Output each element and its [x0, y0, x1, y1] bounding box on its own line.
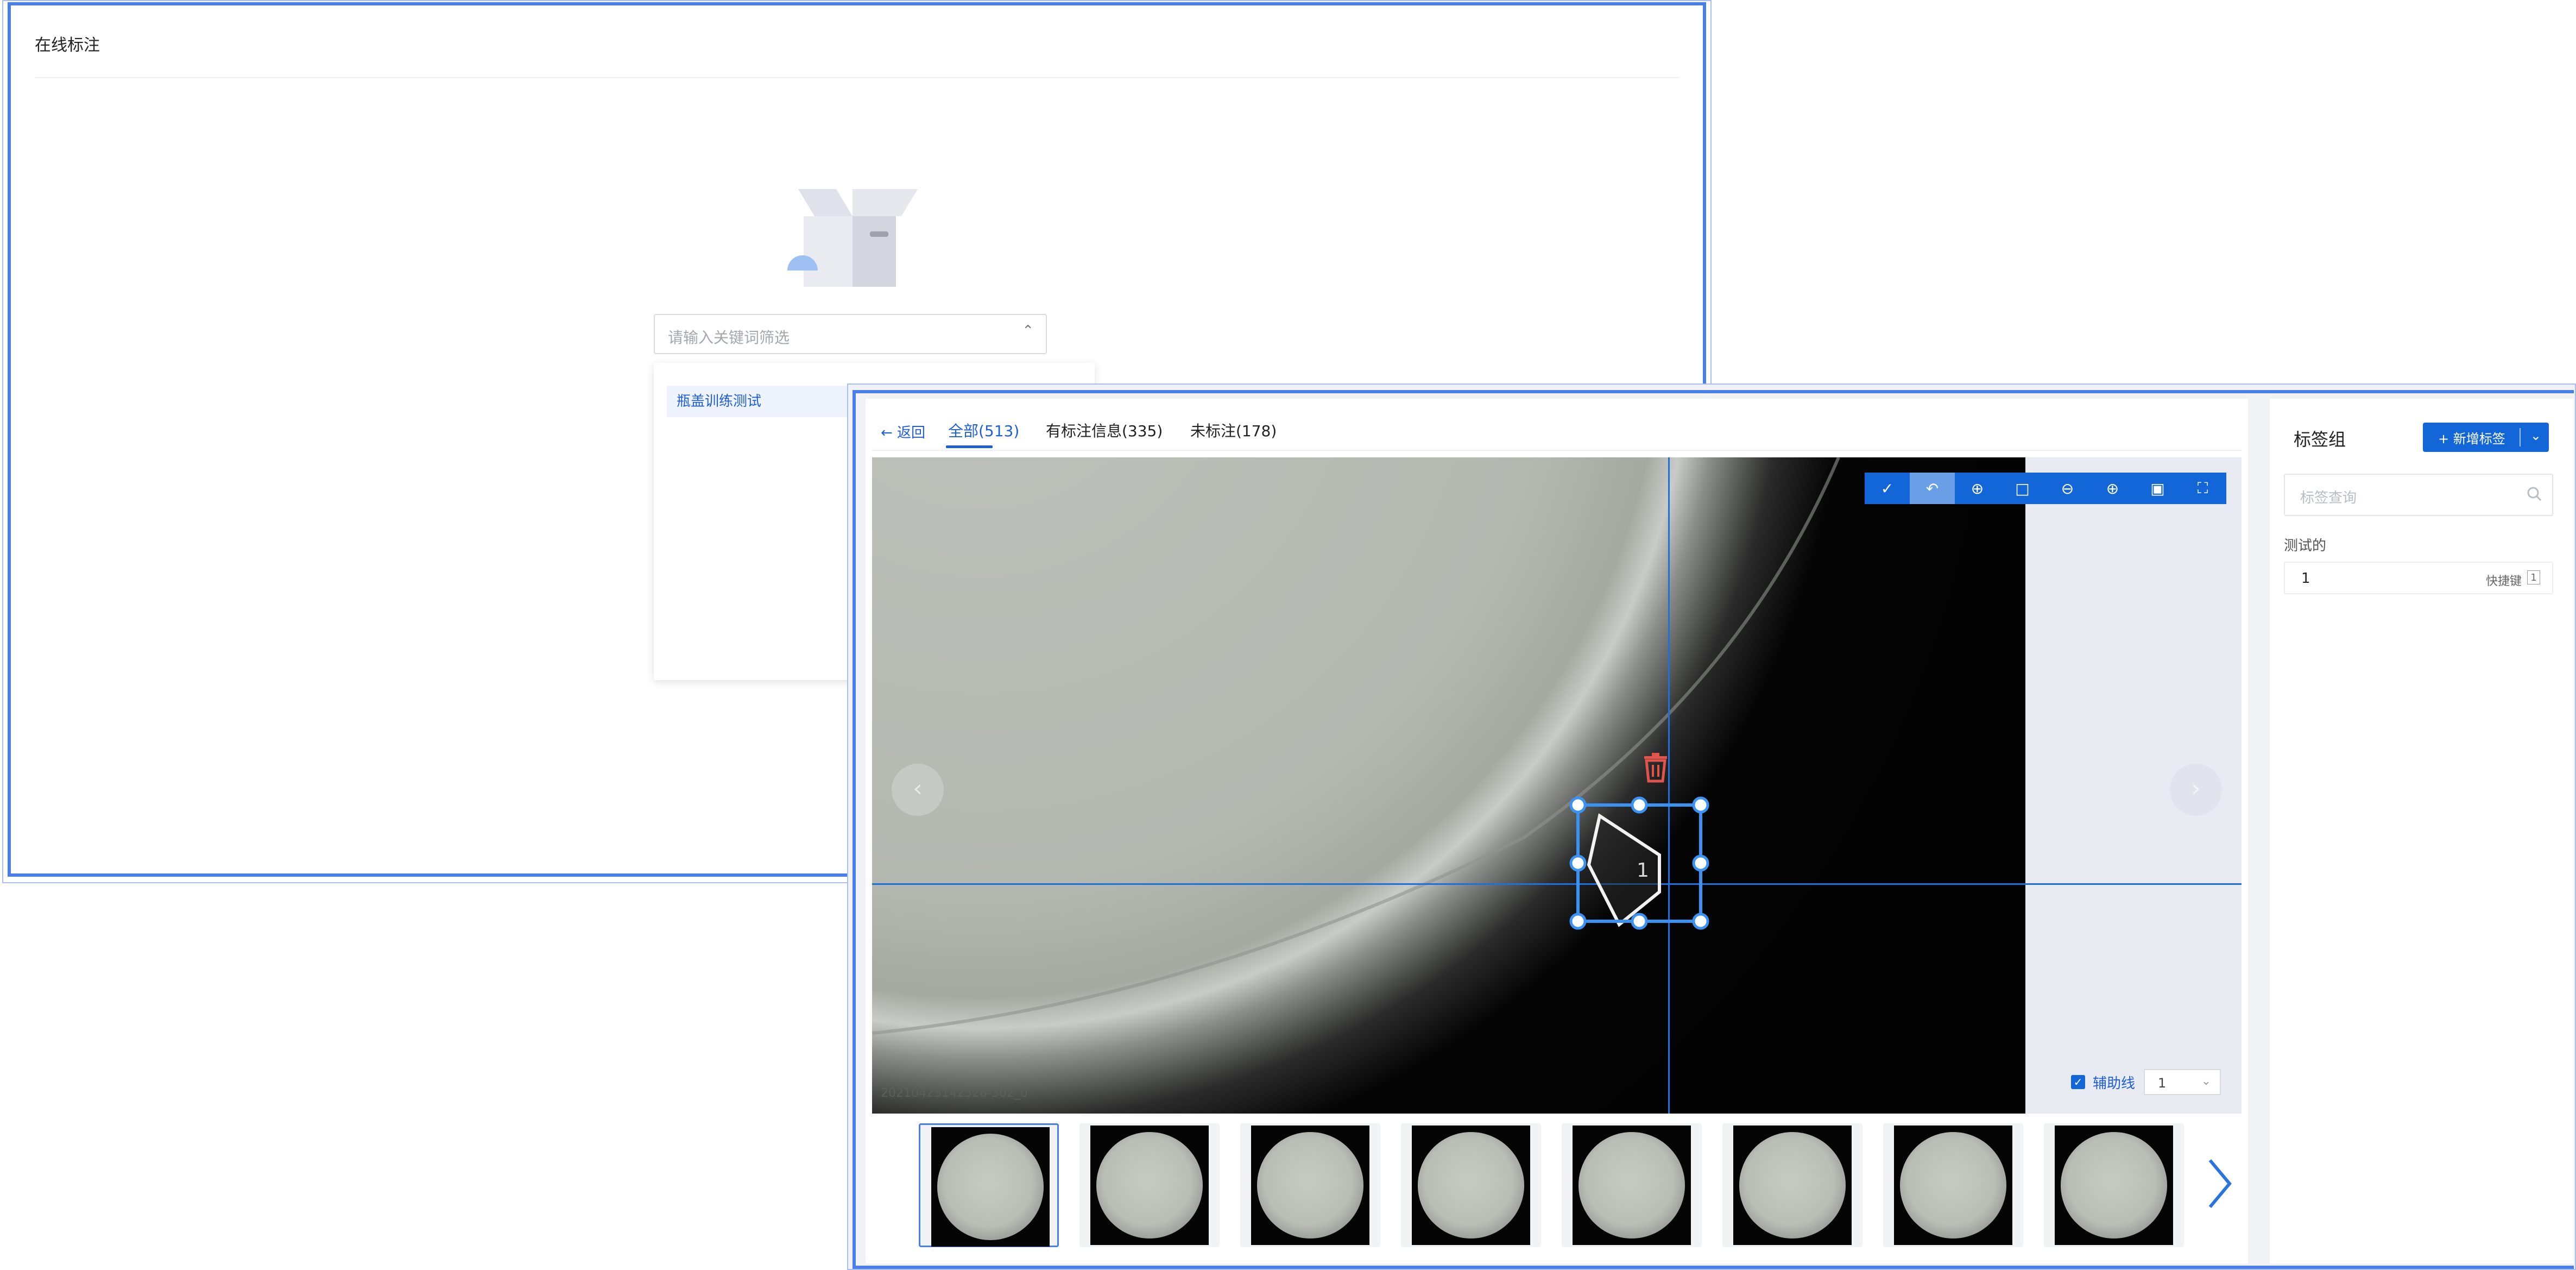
thumbnail[interactable]	[2044, 1123, 2184, 1247]
zoom-in-icon[interactable]: ⊕	[2090, 473, 2135, 504]
thumbnail[interactable]	[1722, 1123, 1862, 1247]
divider	[2520, 428, 2521, 447]
label-group-name: 测试的	[2284, 538, 2327, 554]
crosshair-vertical-line	[1668, 457, 1670, 1114]
shortcut-key: 1	[2527, 570, 2540, 584]
fullscreen-icon[interactable]: ⛶	[2180, 473, 2225, 504]
resize-handle	[1631, 796, 1648, 814]
label-search-input[interactable]: 标签查询	[2284, 474, 2553, 516]
label-search-placeholder: 标签查询	[2300, 490, 2357, 506]
thumbnail[interactable]	[1079, 1123, 1220, 1247]
label-panel: 标签组 + 新增标签 ⌄ 标签查询 测试的 1 快捷键 1	[2270, 399, 2574, 1263]
add-label-button-text: + 新增标签	[2438, 431, 2505, 447]
chevron-left-icon[interactable]: ‹	[892, 764, 944, 816]
label-item-name: 1	[2301, 570, 2310, 587]
auxiliary-line-checkbox[interactable]: ✓	[2071, 1075, 2085, 1089]
crosshair-icon[interactable]: ⊕	[1955, 473, 2000, 504]
delete-icon[interactable]	[1642, 752, 1669, 783]
resize-handle	[1569, 796, 1587, 814]
resize-handle	[1692, 913, 1709, 930]
save-icon[interactable]: ▣	[2135, 473, 2180, 504]
tab-all[interactable]: 全部(513)	[948, 419, 1019, 441]
auxiliary-line-select[interactable]: 1 ⌄	[2144, 1069, 2221, 1095]
shortcut-label: 快捷键	[2485, 575, 2522, 588]
resize-handle	[1631, 913, 1648, 930]
bounding-box-annotation[interactable]: 1	[1569, 796, 1730, 957]
chevron-up-icon: ⌃	[1022, 323, 1034, 339]
search-icon	[2527, 487, 2542, 501]
keyword-filter-placeholder: 请输入关键词筛选	[668, 329, 790, 347]
back-link[interactable]: ← 返回	[881, 422, 925, 442]
label-group-title: 标签组	[2294, 429, 2346, 450]
annotation-canvas[interactable]: 20210423142526-302_0 1 ✓ ↶ ⊕ □ ⊖ ⊕ ▣ ⛶ ‹…	[872, 457, 2242, 1114]
tab-bar: ← 返回 全部(513) 有标注信息(335) 未标注(178)	[881, 417, 2238, 450]
annotation-label-text: 1	[1637, 859, 1649, 882]
empty-box-icon	[787, 189, 918, 287]
divider	[872, 450, 2242, 451]
thumbnail[interactable]	[1401, 1123, 1541, 1247]
thumbnail-next-icon[interactable]	[2204, 1154, 2236, 1214]
add-label-button[interactable]: + 新增标签 ⌄	[2423, 423, 2549, 452]
crosshair-horizontal-line	[872, 883, 2242, 885]
canvas-toolbar: ✓ ↶ ⊕ □ ⊖ ⊕ ▣ ⛶	[1865, 473, 2226, 504]
thumbnail[interactable]	[1240, 1123, 1380, 1247]
tab-annotated[interactable]: 有标注信息(335)	[1046, 419, 1163, 441]
page-title: 在线标注	[35, 36, 100, 55]
resize-handle	[1569, 854, 1587, 872]
annotated-image	[872, 457, 2025, 1114]
image-file-name: 20210423142526-302_0	[881, 1086, 1028, 1100]
chevron-right-icon[interactable]: ›	[2170, 764, 2222, 816]
chevron-down-icon: ⌄	[2201, 1074, 2212, 1088]
brush-icon[interactable]: ✓	[1865, 473, 1910, 504]
keyword-filter-select[interactable]: 请输入关键词筛选 ⌃	[654, 314, 1047, 354]
thumbnail-strip	[919, 1121, 2222, 1252]
undo-icon[interactable]: ↶	[1910, 473, 1955, 504]
divider	[35, 77, 1679, 78]
resize-handle	[1569, 913, 1587, 930]
label-item[interactable]: 1 快捷键 1	[2284, 562, 2553, 594]
chevron-down-icon[interactable]: ⌄	[2530, 428, 2541, 443]
auxiliary-line-control: ✓ 辅助线 1 ⌄	[2071, 1068, 2221, 1096]
crop-icon[interactable]: □	[2000, 473, 2045, 504]
zoom-out-icon[interactable]: ⊖	[2045, 473, 2090, 504]
thumbnail[interactable]	[1562, 1123, 1702, 1247]
tab-unannotated[interactable]: 未标注(178)	[1190, 419, 1277, 441]
resize-handle	[1692, 796, 1709, 814]
thumbnail[interactable]	[919, 1123, 1059, 1247]
thumbnail[interactable]	[1883, 1123, 2023, 1247]
resize-handle	[1692, 854, 1709, 872]
tab-active-indicator	[946, 445, 993, 448]
auxiliary-line-label: 辅助线	[2093, 1075, 2136, 1092]
auxiliary-line-value: 1	[2158, 1076, 2167, 1091]
